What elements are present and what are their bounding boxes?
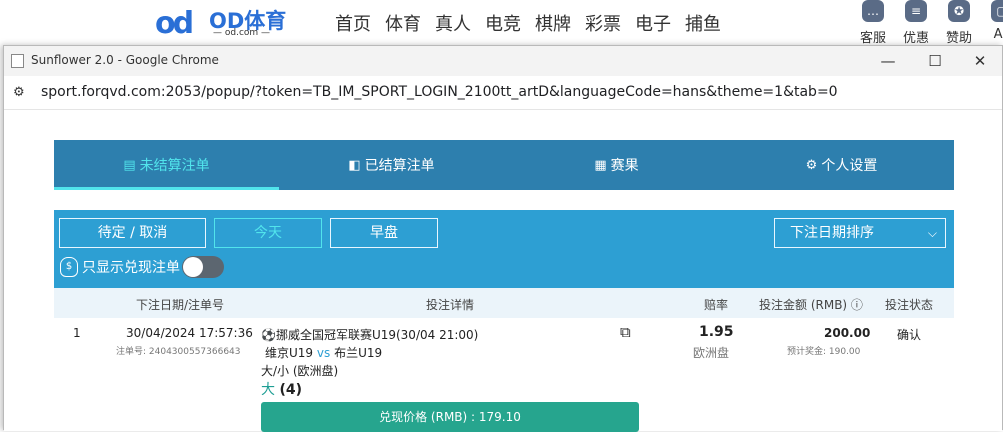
money-bag-icon: $ (60, 257, 78, 277)
app-icon: ▢ (991, 0, 1003, 22)
row-index: 1 (73, 326, 81, 340)
bet-status: 确认 (897, 328, 922, 342)
site-nav-sports[interactable]: 体育 (385, 10, 421, 36)
cashout-button[interactable]: 兑现价格 (RMB) : 179.10 (261, 402, 639, 432)
header-status: 投注状态 (885, 298, 934, 312)
tab-unsettled-label: 未结算注单 (139, 158, 210, 174)
site-nav-home[interactable]: 首页 (335, 10, 371, 36)
tool-support[interactable]: … 客服 (858, 0, 888, 46)
chevron-down-icon: ⌵ (927, 226, 937, 240)
tool-app[interactable]: ▢ AP (987, 0, 1003, 46)
odds-type: 欧洲盘 (693, 346, 730, 360)
window-title: Sunflower 2.0 - Google Chrome (31, 53, 219, 67)
table-header: 下注日期/注单号 投注详情 赔率 投注金额 (RMB) ⓘ 投注状态 (54, 288, 954, 318)
page-favicon-icon (11, 54, 24, 68)
tab-settings-label: 个人设置 (821, 158, 878, 174)
gear-icon: ⚙ (805, 157, 818, 173)
maximize-button[interactable]: ☐ (923, 50, 947, 72)
tool-promo-label: 优惠 (902, 31, 929, 46)
tab-results-label: 赛果 (610, 158, 639, 174)
site-nav: 首页 体育 真人 电竞 棋牌 彩票 电子 捕鱼 (335, 10, 721, 36)
tab-results[interactable]: ▦ 赛果 (504, 140, 729, 190)
selection: 大 (4) (261, 379, 302, 399)
bet-number: 注单号: 2404300557366643 (116, 347, 241, 357)
site-nav-lottery[interactable]: 彩票 (585, 10, 621, 36)
site-tools: … 客服 ≡ 优惠 ✪ 赞助 ▢ AP (858, 0, 1003, 46)
header-amount: 投注金额 (RMB) ⓘ (759, 298, 863, 312)
receipt-icon: ▤ (123, 157, 136, 173)
header-details: 投注详情 (426, 298, 475, 312)
url-text[interactable]: sport.forqvd.com:2053/popup/?token=TB_IM… (41, 84, 838, 100)
logo-mark: od (155, 6, 194, 41)
estimated-win: 预计奖金: 190.00 (787, 347, 861, 357)
tool-promo[interactable]: ≡ 优惠 (901, 0, 931, 46)
header-odds: 赔率 (704, 298, 729, 312)
odds-value: 1.95 (699, 324, 734, 340)
today-button[interactable]: 今天 (214, 218, 322, 248)
away-team: 布兰U19 (334, 346, 383, 360)
site-info-icon[interactable]: ⚙ (13, 85, 25, 100)
bet-history-page: ▤ 未结算注单 ◧ 已结算注单 ▦ 赛果 ⚙ 个人设置 待定 / 取消 今天 早… (4, 111, 1002, 432)
table-row: 1 30/04/2024 17:57:36 注单号: 2404300557366… (54, 318, 954, 432)
gift-icon: ≡ (905, 0, 927, 22)
tool-sponsor[interactable]: ✪ 赞助 (944, 0, 974, 46)
logo-domain: — od.com — (213, 28, 271, 38)
scoreboard-icon: ▦ (594, 157, 607, 173)
site-nav-esports[interactable]: 电竞 (485, 10, 521, 36)
tab-settled[interactable]: ◧ 已结算注单 (279, 140, 504, 190)
close-button[interactable]: ✕ (968, 50, 992, 72)
chrome-popup-window: Sunflower 2.0 - Google Chrome — ☐ ✕ ⚙ sp… (3, 45, 1003, 432)
filter-bar: 待定 / 取消 今天 早盘 下注日期排序 ⌵ $ 只显示兑现注单 (54, 210, 954, 288)
tool-app-label: AP (993, 27, 1003, 42)
tab-settings[interactable]: ⚙ 个人设置 (729, 140, 954, 190)
selection-line: (4) (279, 382, 302, 398)
selection-pick: 大 (261, 382, 275, 398)
vs-label: vs (316, 346, 331, 360)
title-bar[interactable]: Sunflower 2.0 - Google Chrome — ☐ ✕ (4, 46, 1002, 76)
cashout-only-label: 只显示兑现注单 (82, 260, 180, 276)
medal-icon: ✪ (948, 0, 970, 22)
bet-amount: 200.00 (824, 326, 871, 340)
site-nav-live[interactable]: 真人 (435, 10, 471, 36)
market-name: 大/小 (欧洲盘) (261, 364, 339, 378)
home-team: 维京U19 (265, 346, 314, 360)
league-name: ⚽挪威全国冠军联赛U19(30/04 21:00) (261, 328, 479, 342)
toggle-knob (183, 257, 203, 277)
bet-date: 30/04/2024 17:57:36 (126, 326, 253, 340)
early-market-button[interactable]: 早盘 (330, 218, 438, 248)
settled-icon: ◧ (348, 157, 361, 173)
tool-support-label: 客服 (859, 31, 886, 46)
site-nav-cards[interactable]: 棋牌 (535, 10, 571, 36)
site-logo[interactable]: od OD体育 — od.com — (155, 2, 290, 41)
live-stream-icon[interactable]: ⧉ (620, 323, 631, 341)
sort-select-value: 下注日期排序 (790, 225, 874, 241)
tool-sponsor-label: 赞助 (945, 31, 972, 46)
background-website-header: od OD体育 — od.com — 首页 体育 真人 电竞 棋牌 彩票 电子 … (0, 0, 1003, 48)
tab-unsettled[interactable]: ▤ 未结算注单 (54, 140, 279, 190)
match-teams: 维京U19 vs 布兰U19 (265, 344, 382, 361)
main-tabs: ▤ 未结算注单 ◧ 已结算注单 ▦ 赛果 ⚙ 个人设置 (54, 140, 954, 190)
header-date: 下注日期/注单号 (136, 298, 225, 312)
site-nav-fishing[interactable]: 捕鱼 (685, 10, 721, 36)
pending-cancel-button[interactable]: 待定 / 取消 (59, 218, 206, 248)
address-bar[interactable]: ⚙ sport.forqvd.com:2053/popup/?token=TB_… (4, 76, 1002, 110)
cashout-only-toggle[interactable] (182, 256, 224, 278)
minimize-button[interactable]: — (876, 50, 900, 72)
chat-icon: … (862, 0, 884, 22)
tab-settled-label: 已结算注单 (364, 158, 435, 174)
cashout-only-row: $ 只显示兑现注单 (60, 256, 224, 278)
site-nav-slots[interactable]: 电子 (635, 10, 671, 36)
sort-select[interactable]: 下注日期排序 ⌵ (774, 218, 946, 248)
